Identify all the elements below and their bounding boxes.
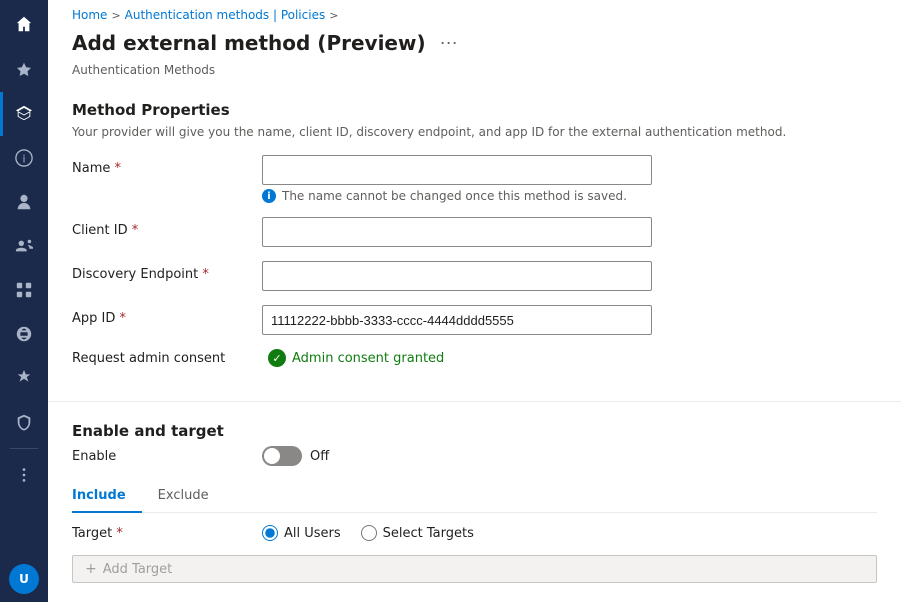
radio-select-targets-input[interactable]: [361, 525, 377, 541]
radio-all-users-label: All Users: [284, 526, 341, 541]
radio-all-users-input[interactable]: [262, 525, 278, 541]
target-row: Target * All Users Select Targets: [72, 525, 877, 541]
page-title: Add external method (Preview): [72, 31, 426, 55]
app-id-row: App ID * 11112222-bbbb-3333-cccc-4444ddd…: [72, 305, 877, 335]
radio-select-targets[interactable]: Select Targets: [361, 525, 474, 541]
sidebar-item-apps[interactable]: [0, 268, 48, 312]
targets-table: Name Type Registration All Users Group O…: [72, 597, 877, 602]
toggle-wrap: Off: [262, 446, 329, 466]
radio-all-users[interactable]: All Users: [262, 525, 341, 541]
sidebar-item-groups[interactable]: [0, 224, 48, 268]
discovery-endpoint-control-area: [262, 261, 877, 291]
breadcrumb-sep-2: >: [329, 9, 338, 22]
name-label: Name *: [72, 155, 262, 176]
add-target-button[interactable]: + Add Target: [72, 555, 877, 583]
client-id-control-area: [262, 217, 877, 247]
enable-row: Enable Off: [72, 446, 877, 466]
client-id-label: Client ID *: [72, 217, 262, 238]
consent-check-icon: ✓: [268, 349, 286, 367]
method-properties-desc: Your provider will give you the name, cl…: [72, 125, 877, 139]
sidebar: i U: [0, 0, 48, 602]
discovery-required: *: [202, 267, 209, 282]
section-divider: [48, 401, 901, 402]
admin-consent-label: Request admin consent: [72, 351, 262, 366]
method-properties-section: Method Properties Your provider will giv…: [48, 89, 901, 393]
client-id-row: Client ID *: [72, 217, 877, 247]
name-input[interactable]: [262, 155, 652, 185]
col-name: Name: [72, 597, 271, 602]
discovery-endpoint-label: Discovery Endpoint *: [72, 261, 262, 282]
avatar[interactable]: U: [9, 564, 39, 594]
client-id-input[interactable]: [262, 217, 652, 247]
col-registration: Registration: [420, 597, 773, 602]
target-label: Target *: [72, 526, 262, 541]
app-id-label: App ID *: [72, 305, 262, 326]
info-icon: i: [262, 189, 276, 203]
main-content: Home > Authentication methods | Policies…: [48, 0, 901, 602]
name-info-text: The name cannot be changed once this met…: [282, 189, 627, 203]
sidebar-item-external[interactable]: [0, 312, 48, 356]
enable-label: Enable: [72, 449, 262, 464]
col-actions: [773, 597, 877, 602]
discovery-endpoint-row: Discovery Endpoint *: [72, 261, 877, 291]
sidebar-item-security[interactable]: [0, 400, 48, 444]
sidebar-item-info[interactable]: i: [0, 136, 48, 180]
col-type: Type: [271, 597, 420, 602]
name-control-area: i The name cannot be changed once this m…: [262, 155, 877, 203]
sidebar-item-more[interactable]: [0, 453, 48, 497]
admin-consent-text: Admin consent granted: [292, 351, 444, 366]
name-row: Name * i The name cannot be changed once…: [72, 155, 877, 203]
sidebar-item-users[interactable]: [0, 180, 48, 224]
sidebar-item-azure-ad[interactable]: [0, 92, 48, 136]
tab-include[interactable]: Include: [72, 480, 142, 513]
breadcrumb-policies[interactable]: Authentication methods | Policies: [125, 8, 326, 22]
table-header-row: Name Type Registration: [72, 597, 877, 602]
svg-text:i: i: [23, 153, 26, 166]
include-exclude-tabs: Include Exclude: [72, 480, 877, 513]
app-id-control-area: 11112222-bbbb-3333-cccc-4444dddd5555: [262, 305, 877, 335]
breadcrumb: Home > Authentication methods | Policies…: [48, 0, 901, 26]
sidebar-item-favorites[interactable]: [0, 48, 48, 92]
breadcrumb-sep-1: >: [111, 9, 120, 22]
target-radio-group: All Users Select Targets: [262, 525, 474, 541]
radio-select-targets-label: Select Targets: [383, 526, 474, 541]
toggle-state-text: Off: [310, 449, 329, 464]
enable-toggle[interactable]: [262, 446, 302, 466]
admin-consent-row: Request admin consent ✓ Admin consent gr…: [72, 349, 877, 367]
enable-target-title: Enable and target: [72, 422, 877, 440]
add-target-plus-icon: +: [85, 561, 97, 577]
app-id-input[interactable]: 11112222-bbbb-3333-cccc-4444dddd5555: [262, 305, 652, 335]
admin-consent-badge: ✓ Admin consent granted: [268, 349, 444, 367]
discovery-endpoint-input[interactable]: [262, 261, 652, 291]
sidebar-bottom: U: [9, 564, 39, 602]
page-subtitle: Authentication Methods: [48, 63, 901, 89]
name-info-msg: i The name cannot be changed once this m…: [262, 189, 877, 203]
target-required: *: [116, 526, 123, 541]
client-id-required: *: [132, 223, 139, 238]
tab-exclude[interactable]: Exclude: [142, 480, 225, 513]
more-options-button[interactable]: ···: [434, 30, 464, 55]
sidebar-divider: [10, 448, 38, 449]
breadcrumb-home[interactable]: Home: [72, 8, 107, 22]
sidebar-item-roles[interactable]: [0, 356, 48, 400]
sidebar-item-home[interactable]: [0, 0, 48, 48]
add-target-label: Add Target: [103, 562, 173, 577]
enable-target-section: Enable and target Enable Off Include Exc…: [48, 410, 901, 602]
name-required: *: [115, 161, 122, 176]
method-properties-title: Method Properties: [72, 101, 877, 119]
app-id-required: *: [120, 311, 127, 326]
page-header: Add external method (Preview) ···: [48, 26, 901, 63]
